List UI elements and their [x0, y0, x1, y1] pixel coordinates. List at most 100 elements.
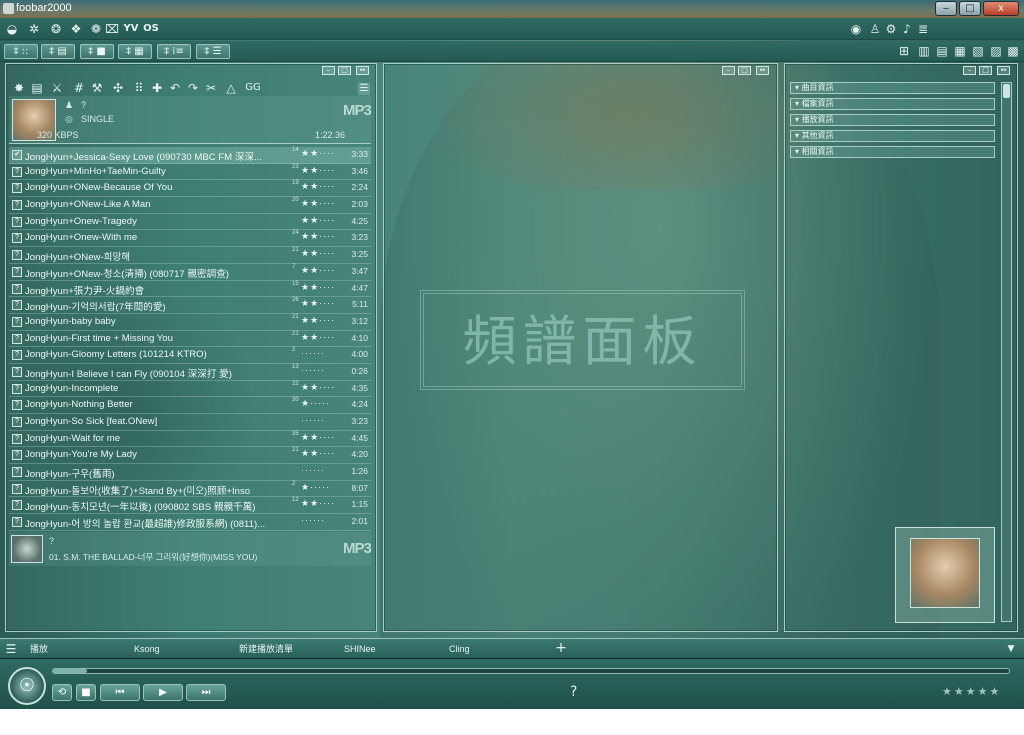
screen-icon[interactable]: ⌧	[104, 21, 120, 37]
playlist-menu-icon[interactable]: ☰	[358, 83, 370, 95]
tool-icon[interactable]: ⚒	[90, 80, 104, 96]
track-row[interactable]: ? JongHyun+ONew-청소(清掃) (080717 親密調查) 7 ★★··…	[9, 264, 371, 281]
track-checkbox[interactable]: ?	[12, 250, 22, 261]
settings-icon[interactable]: ✸	[12, 80, 26, 96]
panel-icon-4[interactable]: ▧	[971, 43, 985, 59]
track-checkbox[interactable]: ?	[12, 500, 22, 511]
panel-icon-1[interactable]: ▥	[917, 43, 931, 59]
gg-icon[interactable]: GG	[244, 80, 262, 96]
os-button[interactable]: OS	[142, 21, 160, 37]
panel-icon-3[interactable]: ▦	[953, 43, 967, 59]
tab-shinee[interactable]: SHINee	[330, 642, 430, 656]
track-checkbox[interactable]: ✔	[12, 150, 22, 160]
track-row[interactable]: ? JongHyun-돌보아(收集了)+Stand By+(미오)照顾+Inso 2…	[9, 481, 371, 498]
gear-icon[interactable]: ⚙	[884, 21, 898, 37]
panel-icon-2[interactable]: ▤	[935, 43, 949, 59]
track-rating[interactable]: ★★····	[301, 231, 335, 242]
track-checkbox[interactable]: ?	[12, 233, 22, 244]
section-file-info[interactable]: ▾ 檔案資訊	[790, 98, 995, 110]
track-row[interactable]: ? JongHyun-동치모년(一年以後) (090802 SBS 親親千萬) 12…	[9, 497, 371, 515]
track-rating[interactable]: ★★····	[301, 215, 335, 226]
track-checkbox[interactable]: ?	[12, 517, 22, 528]
previous-button[interactable]: ⏮	[100, 684, 140, 701]
track-checkbox[interactable]: ?	[12, 183, 22, 194]
undo-icon[interactable]: ↶	[168, 80, 182, 96]
panel-minimize-button[interactable]: –	[963, 66, 976, 75]
search-icon[interactable]: ◉	[848, 21, 864, 37]
track-checkbox[interactable]: ?	[12, 417, 22, 427]
track-rating[interactable]: ★★····	[301, 165, 335, 176]
track-rating[interactable]: ······	[301, 348, 325, 358]
track-row[interactable]: ? JongHyun-You're My Lady 21 ★★···· 4:20	[9, 447, 371, 465]
seek-bar[interactable]	[52, 668, 1010, 674]
panel-expand-button[interactable]: ↔	[756, 66, 769, 75]
yv-button[interactable]: YV	[122, 21, 140, 37]
rating-stars[interactable]: ★★★★★	[942, 685, 1001, 698]
track-rating[interactable]: ★★····	[301, 248, 335, 259]
track-checkbox[interactable]: ?	[12, 433, 22, 444]
track-row[interactable]: ? JongHyun-First time + Missing You 21 ★★··…	[9, 331, 371, 348]
track-row[interactable]: ? JongHyun+Onew-With me 24 ★★···· 3:23	[9, 230, 371, 248]
panel-icon-6[interactable]: ▩	[1006, 43, 1020, 59]
track-rating[interactable]: ★★····	[301, 198, 335, 209]
track-rating[interactable]: ★★····	[301, 181, 335, 192]
panel-restore-button[interactable]: □	[338, 66, 351, 75]
track-checkbox[interactable]: ?	[12, 200, 22, 211]
document-icon[interactable]: ▤	[30, 80, 44, 96]
track-row[interactable]: ? JongHyun-Nothing Better 30 ★····· 4:24	[9, 397, 371, 414]
add-tab-button[interactable]: +	[553, 640, 569, 656]
track-rating[interactable]: ★★····	[301, 332, 335, 343]
grid-tool-icon[interactable]: ⠿	[132, 80, 146, 96]
circle-icon[interactable]: ❂	[48, 21, 64, 37]
list-icon[interactable]: ≣	[916, 21, 930, 37]
track-row[interactable]: ? JongHyun-baby baby 21 ★★···· 3:12	[9, 314, 371, 331]
minimize-button[interactable]: ‒	[935, 1, 957, 16]
info-scrollbar[interactable]	[1001, 82, 1012, 622]
track-rating[interactable]: ★★····	[301, 298, 335, 309]
panel-expand-button[interactable]: ↔	[356, 66, 369, 75]
track-checkbox[interactable]: ?	[12, 316, 22, 327]
track-rating[interactable]: ★★····	[301, 148, 335, 159]
add-icon[interactable]: ✚	[150, 80, 164, 96]
track-checkbox[interactable]: ?	[12, 450, 22, 461]
section-track-info[interactable]: ▾ 曲目資訊	[790, 82, 995, 94]
track-row[interactable]: ? JongHyun+MinHo+TaeMin-Guilty 23 ★★···· 3:4…	[9, 164, 371, 181]
layout-button-4[interactable]: ‡ ▦	[118, 44, 152, 59]
triangle-icon[interactable]: △	[224, 80, 238, 96]
panel-icon-5[interactable]: ▨	[989, 43, 1003, 59]
track-row[interactable]: ? JongHyun+ONew-Because Of You 19 ★★···· 2:2…	[9, 180, 371, 198]
track-rating[interactable]: ★★····	[301, 432, 335, 443]
redo-icon[interactable]: ↷	[186, 80, 200, 96]
person-icon[interactable]: ♙	[868, 21, 882, 37]
layout-button-5[interactable]: ‡ ⁞≡	[157, 44, 191, 59]
track-rating[interactable]: ★·····	[301, 398, 330, 409]
track-rating[interactable]: ······	[301, 365, 325, 375]
track-rating[interactable]: ★★····	[301, 282, 335, 293]
track-row[interactable]: ? JongHyun+ONew-희망해 21 ★★···· 3:25	[9, 247, 371, 264]
layout-button-3[interactable]: ‡ ■	[80, 44, 114, 59]
track-checkbox[interactable]: ?	[12, 483, 22, 494]
track-row[interactable]: ? JongHyun-Incomplete 22 ★★···· 4:35	[9, 381, 371, 398]
layout-button-2[interactable]: ‡ ▤	[41, 44, 75, 59]
atom-icon[interactable]: ✲	[26, 21, 42, 37]
track-row[interactable]: ? JongHyun+張力尹-火鍋約會 15 ★★···· 4:47	[9, 281, 371, 298]
track-row[interactable]: ? JongHyun-Wait for me 35 ★★···· 4:45	[9, 431, 371, 448]
scissors-icon[interactable]: ✂	[204, 80, 218, 96]
scrollbar-thumb[interactable]	[1003, 84, 1010, 98]
section-related-info[interactable]: ▾ 相關資訊	[790, 146, 995, 158]
section-other-info[interactable]: ▾ 其他資訊	[790, 130, 995, 142]
track-checkbox[interactable]: ?	[12, 283, 22, 294]
panel-restore-button[interactable]: □	[979, 66, 992, 75]
layout-button-6[interactable]: ‡ ☰	[196, 44, 230, 59]
track-row[interactable]: ? JongHyun-기억의서랍(7年間的愛) 26 ★★···· 5:11	[9, 297, 371, 314]
panel-restore-button[interactable]: □	[738, 66, 751, 75]
track-row[interactable]: ? JongHyun-I Believe I can Fly (090104 深深…	[9, 364, 371, 381]
track-checkbox[interactable]: ?	[12, 350, 22, 361]
track-checkbox[interactable]: ?	[12, 300, 22, 311]
circle2-icon[interactable]: ❁	[88, 21, 104, 37]
track-rating[interactable]: ······	[301, 415, 325, 425]
track-checkbox[interactable]: ?	[12, 400, 22, 411]
track-row[interactable]: ? JongHyun+Onew-Tragedy ★★···· 4:25	[9, 214, 371, 231]
foobar-logo-icon[interactable]: ☉	[8, 667, 46, 705]
tab-cling[interactable]: Cling	[435, 642, 535, 656]
